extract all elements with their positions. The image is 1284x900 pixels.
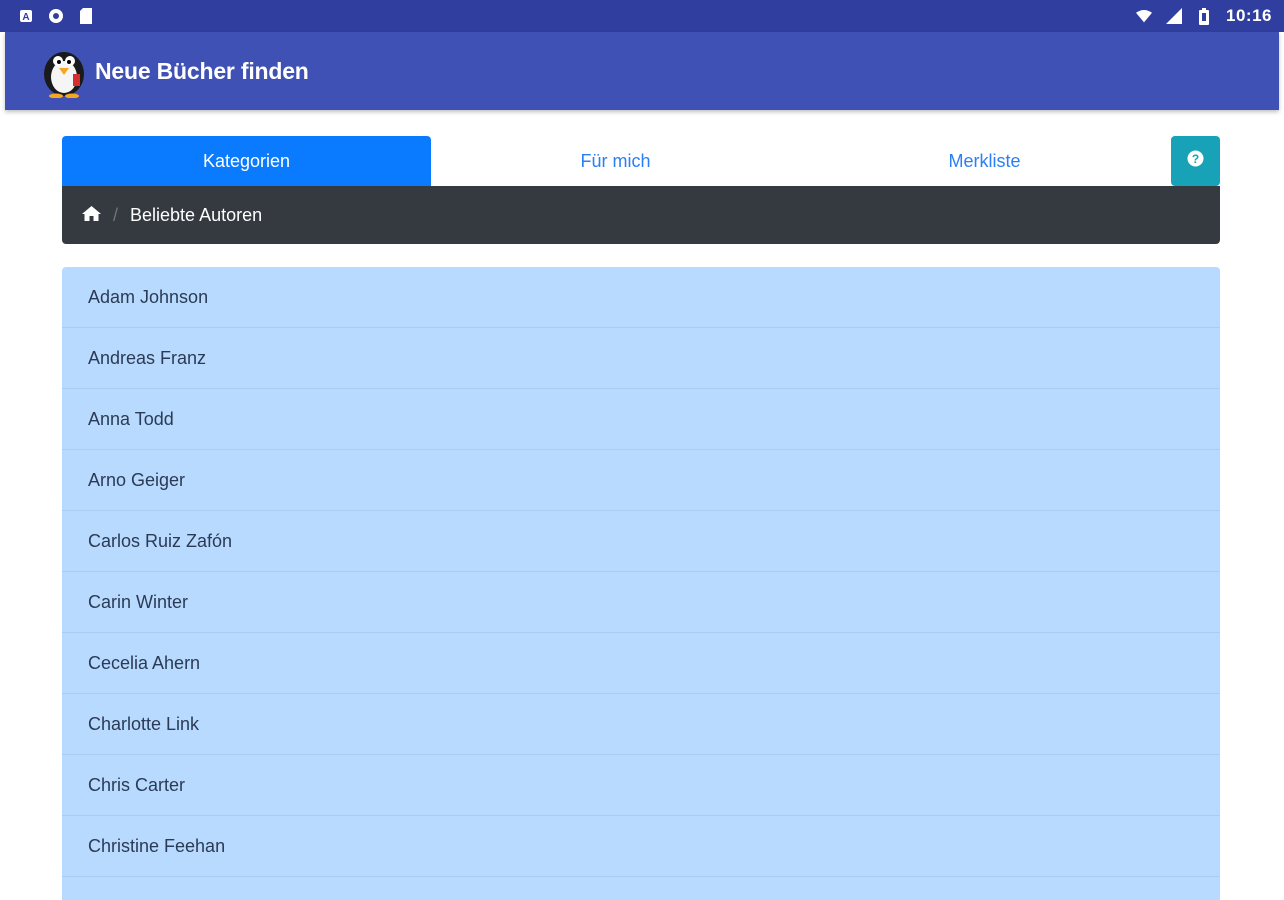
list-item[interactable]: Andreas Franz — [62, 328, 1220, 389]
question-circle-icon: ? — [1187, 150, 1204, 172]
list-item[interactable]: Arno Geiger — [62, 450, 1220, 511]
help-button[interactable]: ? — [1171, 136, 1220, 186]
list-item[interactable]: Anna Todd — [62, 389, 1220, 450]
status-time: 10:16 — [1226, 6, 1272, 25]
svg-text:A: A — [22, 12, 29, 23]
status-right-icons: 10:16 — [1136, 6, 1272, 26]
battery-icon — [1196, 7, 1212, 25]
author-list: Adam Johnson Andreas Franz Anna Todd Arn… — [62, 267, 1220, 900]
tab-bar: Kategorien Für mich Merkliste — [62, 136, 1220, 186]
app-bar: Neue Bücher finden — [5, 32, 1279, 110]
tab-merkliste[interactable]: Merkliste — [800, 136, 1169, 186]
penguin-logo-icon — [37, 44, 91, 99]
wifi-icon — [1136, 8, 1153, 24]
status-bar: A 10:16 — [0, 0, 1284, 32]
list-item[interactable]: Christine Feehan — [62, 816, 1220, 877]
list-item[interactable]: Charlotte Link — [62, 694, 1220, 755]
breadcrumb-separator: / — [113, 204, 119, 225]
svg-text:?: ? — [1192, 152, 1199, 166]
breadcrumb-current: Beliebte Autoren — [130, 204, 263, 225]
sd-card-icon — [78, 8, 94, 24]
app-title: Neue Bücher finden — [95, 57, 309, 84]
status-left-icons: A — [18, 8, 94, 24]
notification-circle-icon — [48, 8, 64, 24]
list-item[interactable]: Cecelia Ahern — [62, 633, 1220, 694]
list-item[interactable]: Carlos Ruiz Zafón — [62, 511, 1220, 572]
cell-signal-icon — [1166, 8, 1183, 24]
home-icon[interactable] — [82, 205, 101, 226]
list-item[interactable]: Chris Carter — [62, 755, 1220, 816]
tab-fuer-mich[interactable]: Für mich — [431, 136, 800, 186]
list-item[interactable]: Adam Johnson — [62, 267, 1220, 328]
breadcrumb: / Beliebte Autoren — [62, 186, 1220, 244]
tab-kategorien[interactable]: Kategorien — [62, 136, 431, 186]
notification-a-icon: A — [18, 8, 34, 24]
list-item[interactable]: Carin Winter — [62, 572, 1220, 633]
